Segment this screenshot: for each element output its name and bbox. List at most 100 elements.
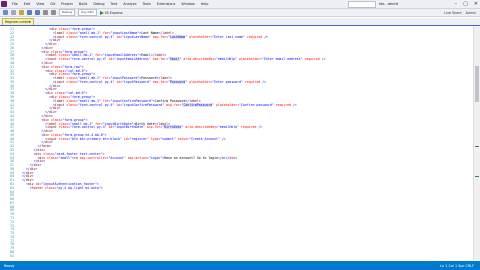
code-token: LastName — [170, 34, 186, 39]
menu-item-help[interactable]: Help — [198, 0, 212, 8]
code-token: required — [304, 57, 320, 62]
menu-item-project[interactable]: Project — [58, 0, 76, 8]
code-token: Account — [110, 155, 124, 160]
code-token: Enter password — [214, 79, 242, 84]
code-line[interactable]: <input class="btn btn-primary btn-block"… — [45, 137, 226, 141]
admin-badge: Admin — [465, 11, 476, 15]
code-line[interactable]: <input class="form-control py-4" id="inp… — [45, 57, 326, 62]
status-bar: Ready Ln 1 Col 1 Spc CRLF — [0, 261, 480, 270]
code-token: form-control py-4 — [79, 34, 113, 39]
code-token: /> — [262, 34, 268, 39]
close-icon[interactable]: ✕ — [474, 0, 478, 8]
code-token: aria-describedby — [183, 57, 215, 62]
solution-name: Ide...dentit — [379, 2, 399, 6]
menu-item-analyze[interactable]: Analyze — [120, 0, 139, 8]
code-token: required — [241, 125, 257, 130]
menu-item-debug[interactable]: Debug — [90, 0, 107, 8]
save-all-icon[interactable] — [35, 10, 40, 15]
code-line[interactable]: <input class="form-control py-4" id="inp… — [53, 34, 268, 39]
open-folder-icon[interactable] — [19, 10, 24, 15]
menu-item-build[interactable]: Build — [76, 0, 91, 8]
line-number: 81 — [10, 253, 14, 258]
redo-icon[interactable] — [51, 10, 56, 15]
code-token: Enter email address — [264, 57, 301, 62]
code-token: > — [58, 83, 61, 88]
code-token: class — [56, 136, 69, 141]
document-tabs: Register.cshtml × — [0, 18, 480, 26]
minimize-icon[interactable]: – — [455, 0, 458, 8]
code-token: placeholder — [189, 79, 211, 84]
code-token: Confirm password — [241, 102, 272, 107]
maximize-icon[interactable]: ▢ — [463, 0, 468, 8]
save-icon[interactable] — [27, 10, 32, 15]
code-token: submit — [162, 136, 174, 141]
scrollbar-thumb[interactable] — [475, 66, 479, 102]
menu-item-view[interactable]: View — [33, 0, 47, 8]
code-token: class — [45, 155, 57, 160]
vertical-scrollbar[interactable] — [473, 26, 480, 260]
code-token: asp-for — [152, 34, 167, 39]
code-line[interactable]: <footer class="py-4 bg-light mt-auto"> — [30, 186, 103, 190]
live-share-button[interactable]: Live Share — [444, 11, 461, 15]
code-token: form-control py-4 — [72, 125, 105, 130]
change-marker — [475, 176, 479, 177]
code-token: footer — [31, 185, 44, 190]
code-token: > — [54, 110, 57, 115]
code-token: inputConfirmPassword — [123, 102, 163, 107]
change-marker — [475, 146, 479, 147]
platform-dropdown[interactable]: Any CPU — [77, 9, 97, 16]
code-token: emailHelp — [217, 57, 236, 62]
code-token: btn btn-primary btn-block — [72, 136, 121, 141]
configuration-dropdown[interactable]: Debug — [59, 9, 75, 16]
menu-item-extensions[interactable]: Extensions — [154, 0, 178, 8]
code-token: > — [58, 106, 61, 111]
code-token: "> — [98, 185, 103, 190]
menu-item-file[interactable]: File — [9, 0, 21, 8]
standard-toolbar: Debug Any CPU IIS Express — [0, 9, 480, 17]
tab-close-icon[interactable]: × — [28, 19, 31, 25]
undo-icon[interactable] — [43, 10, 48, 15]
tab-register-cshtml[interactable]: Register.cshtml × — [2, 18, 34, 25]
forward-icon[interactable] — [11, 10, 16, 15]
code-token: required — [244, 79, 261, 84]
code-token: register — [131, 136, 147, 141]
code-line[interactable]: <input class="form-control py-4" id="inp… — [45, 125, 263, 130]
status-text: Ready — [4, 263, 15, 268]
code-token: Password — [170, 79, 186, 84]
code-token: > — [39, 163, 42, 168]
menu-item-git[interactable]: Git — [47, 0, 58, 8]
run-label: IIS Express — [104, 10, 123, 15]
menu-item-test[interactable]: Test — [108, 0, 121, 8]
menu-bar: File Edit View Git Project Build Debug Test Anal… — [9, 0, 211, 8]
search-input[interactable] — [348, 0, 376, 8]
play-icon — [99, 10, 104, 15]
code-token: aria-describedby — [185, 125, 217, 130]
menu-item-window[interactable]: Window — [178, 0, 197, 8]
code-line[interactable]: <div class="small"><a asp-controller="Ac… — [37, 156, 237, 160]
code-token: placeholder — [189, 34, 211, 39]
code-editor[interactable]: 21 22 23 24 25 26 27 28 29 30 31 32 33 34 35 36 37 38 39 40… — [0, 26, 474, 260]
code-token: form-control py-4 — [72, 57, 105, 62]
code-token: > — [50, 140, 53, 145]
run-button[interactable]: IIS Express — [99, 10, 123, 15]
code-token: > — [48, 144, 51, 149]
code-token: Enter last name — [214, 34, 243, 39]
back-icon[interactable] — [3, 10, 8, 15]
code-token: /> — [256, 125, 263, 130]
code-token: inputLastName — [123, 34, 149, 39]
toolbar-right: Live Share Admin — [444, 9, 476, 17]
code-token: emailHelp — [219, 125, 238, 130]
code-token: > — [54, 42, 57, 47]
code-token: required — [275, 102, 291, 107]
code-token: small — [60, 155, 71, 160]
code-token: asp-for — [152, 79, 167, 84]
code-token: class — [43, 185, 55, 190]
code-token: asp-for — [166, 102, 180, 107]
code-token: ConfirmPassword — [183, 102, 213, 107]
menu-item-edit[interactable]: Edit — [21, 0, 34, 8]
menu-item-tools[interactable]: Tools — [140, 0, 154, 8]
code-line[interactable]: <input class="form-control py-4" id="inp… — [53, 79, 266, 84]
tab-label: Register.cshtml — [5, 20, 31, 24]
code-token: placeholder — [216, 102, 238, 107]
code-line[interactable]: <input class="form-control py-4" id="inp… — [53, 102, 297, 107]
